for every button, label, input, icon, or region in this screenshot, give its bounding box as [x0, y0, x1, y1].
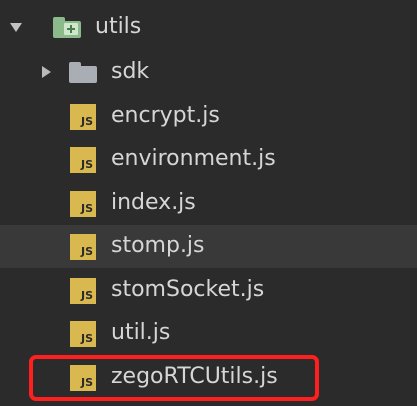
js-file-icon: JS [70, 147, 96, 173]
js-file-icon: JS [70, 321, 96, 347]
file-label: environment.js [111, 146, 276, 171]
tree-file-stomsocket[interactable]: JS stomSocket.js [0, 269, 417, 312]
tree-file-stomp[interactable]: JS stomp.js [0, 225, 417, 268]
tree-file-index[interactable]: JS index.js [0, 182, 417, 225]
js-file-icon: JS [70, 234, 96, 260]
file-label: encrypt.js [111, 103, 220, 128]
tree-folder-utils[interactable]: utils [0, 6, 417, 49]
file-label: index.js [111, 190, 196, 215]
tree-file-environment[interactable]: JS environment.js [0, 138, 417, 181]
js-file-icon: JS [70, 191, 96, 217]
folder-icon [69, 62, 97, 83]
highlight-box [29, 355, 319, 401]
chevron-right-icon[interactable] [42, 66, 51, 78]
folder-label: utils [95, 14, 142, 39]
tree-file-util[interactable]: JS util.js [0, 312, 417, 355]
js-file-icon: JS [70, 278, 96, 304]
file-tree: utils sdk JS encrypt.js JS environment.j… [0, 0, 417, 406]
js-file-icon: JS [70, 104, 96, 130]
file-label: util.js [111, 320, 171, 345]
tree-folder-sdk[interactable]: sdk [0, 51, 417, 94]
tree-file-encrypt[interactable]: JS encrypt.js [0, 95, 417, 138]
folder-label: sdk [111, 59, 150, 84]
file-label: stomp.js [111, 233, 205, 258]
chevron-down-icon[interactable] [10, 23, 22, 32]
file-label: stomSocket.js [111, 277, 265, 302]
folder-green-plus-icon [53, 17, 81, 38]
